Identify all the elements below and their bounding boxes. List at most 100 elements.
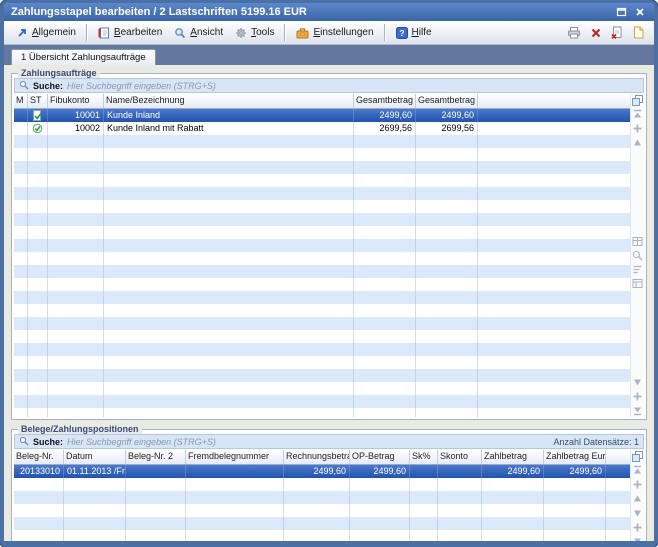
move-top-icon[interactable] [632,109,643,120]
cell [14,135,28,148]
cell [48,187,104,200]
cell [478,200,630,213]
sort-icon[interactable] [632,264,643,275]
zoom-icon[interactable] [632,250,643,261]
menu-bearbeiten[interactable]: Bearbeiten [92,25,168,41]
column-header-name[interactable]: Name/Bezeichnung [104,94,354,108]
column-header-fremdbelegnummer[interactable]: Fremdbelegnummer [186,450,284,464]
cell [48,369,104,382]
empty-row [14,517,630,530]
cell [438,517,482,530]
menu-tools[interactable]: Tools [229,25,280,41]
cell [416,200,478,213]
move-down-icon[interactable] [632,377,643,388]
cell [14,122,28,135]
table-row[interactable]: 10002Kunde Inland mit Rabatt2699,562699,… [14,122,630,135]
menu-allgemein[interactable]: Allgemein [10,25,82,41]
cell [410,504,438,517]
cell [28,239,48,252]
cell-name: Kunde Inland [104,109,354,122]
empty-row [14,304,630,317]
move-top-icon[interactable] [632,465,643,476]
cell [416,408,478,417]
cell [478,395,630,408]
move-bottom-icon[interactable] [632,405,643,416]
cell [186,530,284,541]
layout-grid-icon[interactable] [632,236,643,247]
column-chooser-icon[interactable] [632,451,643,462]
menu-einstellungen[interactable]: Einstellungen [290,25,379,41]
cell [104,213,354,226]
cell [14,304,28,317]
insert-row-icon[interactable] [632,522,643,533]
search-icon [19,80,29,92]
column-header-beleg_nr2[interactable]: Beleg-Nr. 2 [126,450,186,464]
search-input[interactable]: Suche: Hier Suchbegriff eingeben (STRG+S… [14,434,644,449]
column-header-m[interactable]: M [14,94,28,108]
column-header-datum[interactable]: Datum [64,450,126,464]
menu-hilfe[interactable]: ? Hilfe [390,25,438,41]
cell [606,530,630,541]
cell [354,226,416,239]
cell [606,504,630,517]
cell [48,356,104,369]
print-icon[interactable] [567,26,581,39]
discard-document-icon[interactable] [611,26,623,39]
cell [416,369,478,382]
delete-icon[interactable] [590,27,602,39]
insert-row-icon[interactable] [632,479,643,490]
new-document-icon[interactable] [632,26,644,39]
cell [478,161,630,174]
column-chooser-icon[interactable] [632,95,643,106]
restore-icon[interactable] [614,6,629,19]
cell [28,278,48,291]
search-input[interactable]: Suche: Hier Suchbegriff eingeben (STRG+S… [14,78,644,93]
column-header-gesamtbetrag[interactable]: Gesamtbetrag [354,94,416,108]
cell [104,395,354,408]
tab-uebersicht-zahlungsauftraege[interactable]: 1 Übersicht Zahlungsaufträge [11,49,156,65]
cell [28,369,48,382]
cell [350,491,410,504]
empty-row [14,382,630,395]
move-up-icon[interactable] [632,137,643,148]
column-header-beleg_nr[interactable]: Beleg-Nr. [14,450,64,464]
move-down-icon[interactable] [632,508,643,519]
cell [478,226,630,239]
cell [416,135,478,148]
cell [416,239,478,252]
cell [544,478,606,491]
export-table-icon[interactable] [632,278,643,289]
zahlungsauftraege-panel: Zahlungsaufträge Suche: Hier Suchbegriff… [11,73,647,420]
table-row[interactable]: 10001Kunde Inland2499,602499,60 [14,109,630,122]
close-icon[interactable] [632,6,647,19]
hilfe-question-icon: ? [396,27,408,39]
insert-row-icon[interactable] [632,391,643,402]
menu-label: Hilfe [412,27,432,38]
empty-row [14,226,630,239]
cell [104,343,354,356]
cell [478,291,630,304]
cell [14,369,28,382]
column-header-op_betrag[interactable]: OP-Betrag [350,450,410,464]
column-header-zahlbetrag_euro[interactable]: Zahlbetrag Euro [544,450,606,464]
cell-gesamtbetrag: 2499,60 [354,109,416,122]
column-header-st[interactable]: ST [28,94,48,108]
menubar-separator [384,24,386,41]
cell [48,161,104,174]
cell [14,343,28,356]
table-row[interactable]: 2013301001.11.2013 /Fr2499,602499,602499… [14,465,630,478]
column-header-fibukonto[interactable]: Fibukonto [48,94,104,108]
move-up-icon[interactable] [632,493,643,504]
cell [438,530,482,541]
move-bottom-icon[interactable] [632,536,643,541]
column-header-sk[interactable]: Sk% [410,450,438,464]
menu-ansicht[interactable]: Ansicht [168,25,229,41]
column-header-rechnungsbetrag[interactable]: Rechnungsbetrag [284,450,350,464]
column-header-skonto[interactable]: Skonto [438,450,482,464]
column-header-gesamtbetrag_euro[interactable]: Gesamtbetrag Euro [416,94,478,108]
insert-row-icon[interactable] [632,123,643,134]
cell [354,317,416,330]
cell [48,213,104,226]
tools-gear-icon [235,27,247,39]
column-header-zahlbetrag[interactable]: Zahlbetrag [482,450,544,464]
